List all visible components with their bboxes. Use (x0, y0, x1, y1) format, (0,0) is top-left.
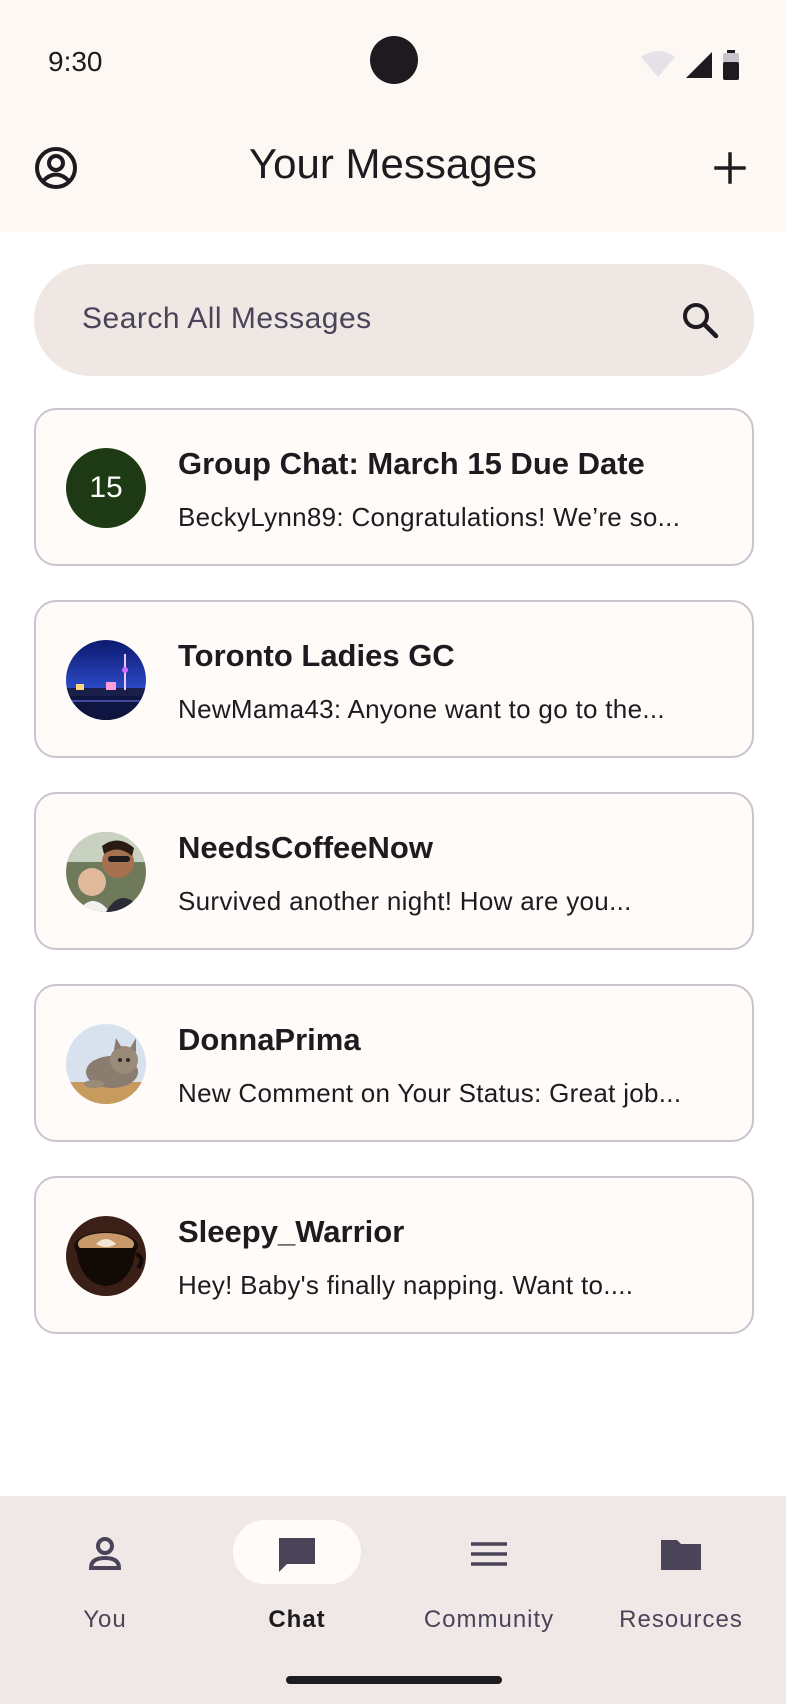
conversation-title: DonnaPrima (178, 1022, 361, 1057)
nav-item-community[interactable]: Community (404, 1520, 574, 1640)
search-input[interactable]: Search All Messages (82, 302, 372, 336)
status-bar: 9:30 (0, 0, 786, 120)
conversation-title: NeedsCoffeeNow (178, 830, 433, 865)
wifi-icon (641, 51, 675, 77)
folder-icon (661, 1540, 701, 1570)
status-time: 9:30 (48, 46, 103, 77)
search-bar[interactable]: Search All Messages (34, 264, 754, 376)
conversation-preview: NewMama43: Anyone want to go to the... (178, 694, 665, 724)
conversation-title: Group Chat: March 15 Due Date (178, 446, 645, 481)
page-title: Your Messages (249, 140, 537, 187)
conversation-preview: BeckyLynn89: Congratulations! We’re so..… (178, 502, 681, 532)
battery-icon (723, 50, 739, 80)
conversation-list: 15 Group Chat: March 15 Due Date BeckyLy… (34, 408, 754, 1368)
nav-label: You (83, 1606, 127, 1633)
person-icon (88, 1537, 122, 1570)
conversation-card[interactable]: DonnaPrima New Comment on Your Status: G… (34, 984, 754, 1142)
cat-photo (66, 1024, 146, 1104)
add-icon[interactable] (708, 146, 752, 190)
conversation-preview: Survived another night! How are you... (178, 886, 632, 916)
conversation-card[interactable]: Sleepy_Warrior Hey! Baby's finally nappi… (34, 1176, 754, 1334)
conversation-preview: Hey! Baby's finally napping. Want to.... (178, 1270, 634, 1300)
nav-item-resources[interactable]: Resources (596, 1520, 766, 1640)
home-indicator[interactable] (286, 1676, 502, 1684)
nav-item-you[interactable]: You (20, 1520, 190, 1640)
search-icon[interactable] (680, 300, 720, 340)
conversation-title: Toronto Ladies GC (178, 638, 455, 673)
conversation-preview: New Comment on Your Status: Great job... (178, 1078, 682, 1108)
signal-icon (686, 52, 712, 78)
avatar (66, 640, 146, 720)
mom-and-baby-photo (66, 832, 146, 912)
nav-label: Chat (268, 1606, 326, 1633)
conversation-card[interactable]: Toronto Ladies GC NewMama43: Anyone want… (34, 600, 754, 758)
coffee-cup-photo (66, 1216, 146, 1296)
status-icons (640, 50, 740, 80)
camera-cutout (370, 36, 418, 84)
toronto-skyline-photo (66, 640, 146, 720)
group-avatar: 15 (66, 448, 146, 528)
conversation-card[interactable]: NeedsCoffeeNow Survived another night! H… (34, 792, 754, 950)
nav-label: Community (423, 1606, 555, 1633)
bottom-navigation: You Chat Community Resources (0, 1496, 786, 1704)
avatar (66, 832, 146, 912)
menu-lines-icon (471, 1542, 507, 1566)
avatar (66, 1216, 146, 1296)
conversation-card[interactable]: 15 Group Chat: March 15 Due Date BeckyLy… (34, 408, 754, 566)
avatar (66, 1024, 146, 1104)
chat-bubble-icon (279, 1538, 315, 1572)
app-bar: Your Messages (0, 120, 786, 232)
conversation-title: Sleepy_Warrior (178, 1214, 405, 1249)
nav-label: Resources (619, 1606, 743, 1633)
nav-item-chat[interactable]: Chat (212, 1520, 382, 1640)
